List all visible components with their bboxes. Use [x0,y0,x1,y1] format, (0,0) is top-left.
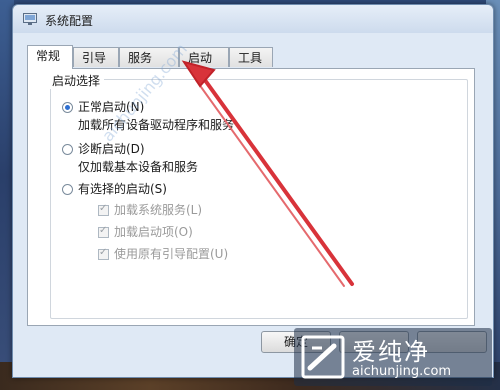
site-logo-icon [301,335,345,379]
normal-startup-radio[interactable] [62,102,73,113]
site-name: 爱纯净 [352,338,430,366]
system-config-dialog: 系统配置 常规 引导 服务 启动 工具 启动选择 正常启动(N) 加载所有设备驱… [12,4,494,378]
load-startup-items-checkbox[interactable] [98,225,109,238]
tab-strip: 常规 引导 服务 启动 工具 [27,45,479,69]
tab-label: 引导 [82,51,107,65]
use-original-boot-config-checkbox[interactable] [98,247,109,260]
title-bar[interactable]: 系统配置 [13,5,493,33]
tab-general[interactable]: 常规 [27,45,73,69]
load-system-services-checkbox[interactable] [98,203,109,216]
tab-label: 常规 [36,49,61,63]
startup-selection-label: 启动选择 [48,72,105,89]
load-system-services-label: 加载系统服务(L) [114,203,203,217]
tab-tools[interactable]: 工具 [229,47,273,67]
site-url: aichunjing.com [352,364,452,379]
system-config-icon [23,13,37,25]
selective-startup-label[interactable]: 有选择的启动(S) [78,182,167,196]
site-watermark: 爱纯净 aichunjing.com [294,328,492,386]
window-title: 系统配置 [45,14,94,28]
use-original-boot-config-label: 使用原有引导配置(U) [114,247,229,261]
general-tab-panel: 启动选择 正常启动(N) 加载所有设备驱动程序和服务 诊断启动(D) 仅加载基本… [27,40,475,326]
tab-label: 服务 [128,51,153,65]
tab-label: 工具 [238,51,263,65]
tab-label: 启动 [188,51,213,65]
diagnostic-startup-desc: 仅加载基本设备和服务 [78,160,199,174]
selective-startup-radio[interactable] [62,184,73,195]
tab-boot[interactable]: 引导 [73,47,119,67]
diagnostic-startup-radio[interactable] [62,144,73,155]
load-startup-items-label: 加载启动项(O) [114,225,193,239]
